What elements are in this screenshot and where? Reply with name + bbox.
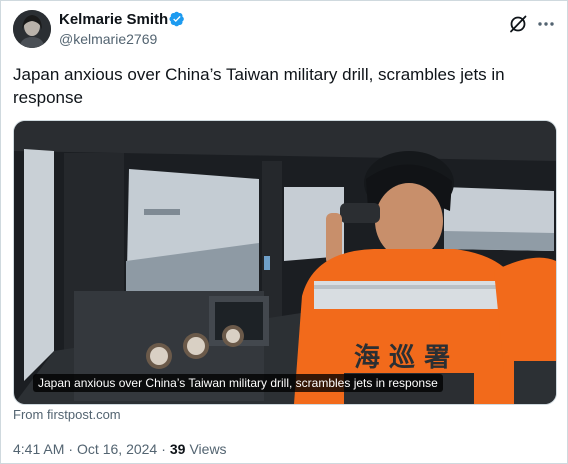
link-card-caption: Japan anxious over China’s Taiwan milita… [33,374,443,392]
tweet-text: Japan anxious over China’s Taiwan milita… [13,65,505,107]
author-name[interactable]: Kelmarie Smith [59,11,168,28]
views-label: Views [189,441,227,457]
vest-text: 海 巡 署 [354,343,450,373]
grok-icon[interactable] [508,14,528,34]
tweet-card: Kelmarie Smith @kelmarie2769 Japan anxio… [0,0,568,464]
views-count: 39 [169,441,186,457]
avatar-image [13,10,51,48]
tweet-date[interactable]: Oct 16, 2024 [77,441,157,457]
avatar[interactable] [13,10,51,48]
coast-guard-bridge-photo: 海 巡 署 [14,121,556,404]
author-handle[interactable]: @kelmarie2769 [59,31,157,47]
link-source[interactable]: From firstpost.com [13,407,121,422]
tweet-time[interactable]: 4:41 AM [13,441,64,457]
link-card-image[interactable]: 海 巡 署 Japan anxious over China’s Taiwan … [13,120,557,405]
tweet-meta: 4:41 AM · Oct 16, 2024 · 39 Views [13,441,227,457]
meta-separator: · [161,441,166,457]
verified-badge-icon [169,11,184,27]
more-icon[interactable] [536,14,556,34]
meta-separator: · [68,441,74,457]
